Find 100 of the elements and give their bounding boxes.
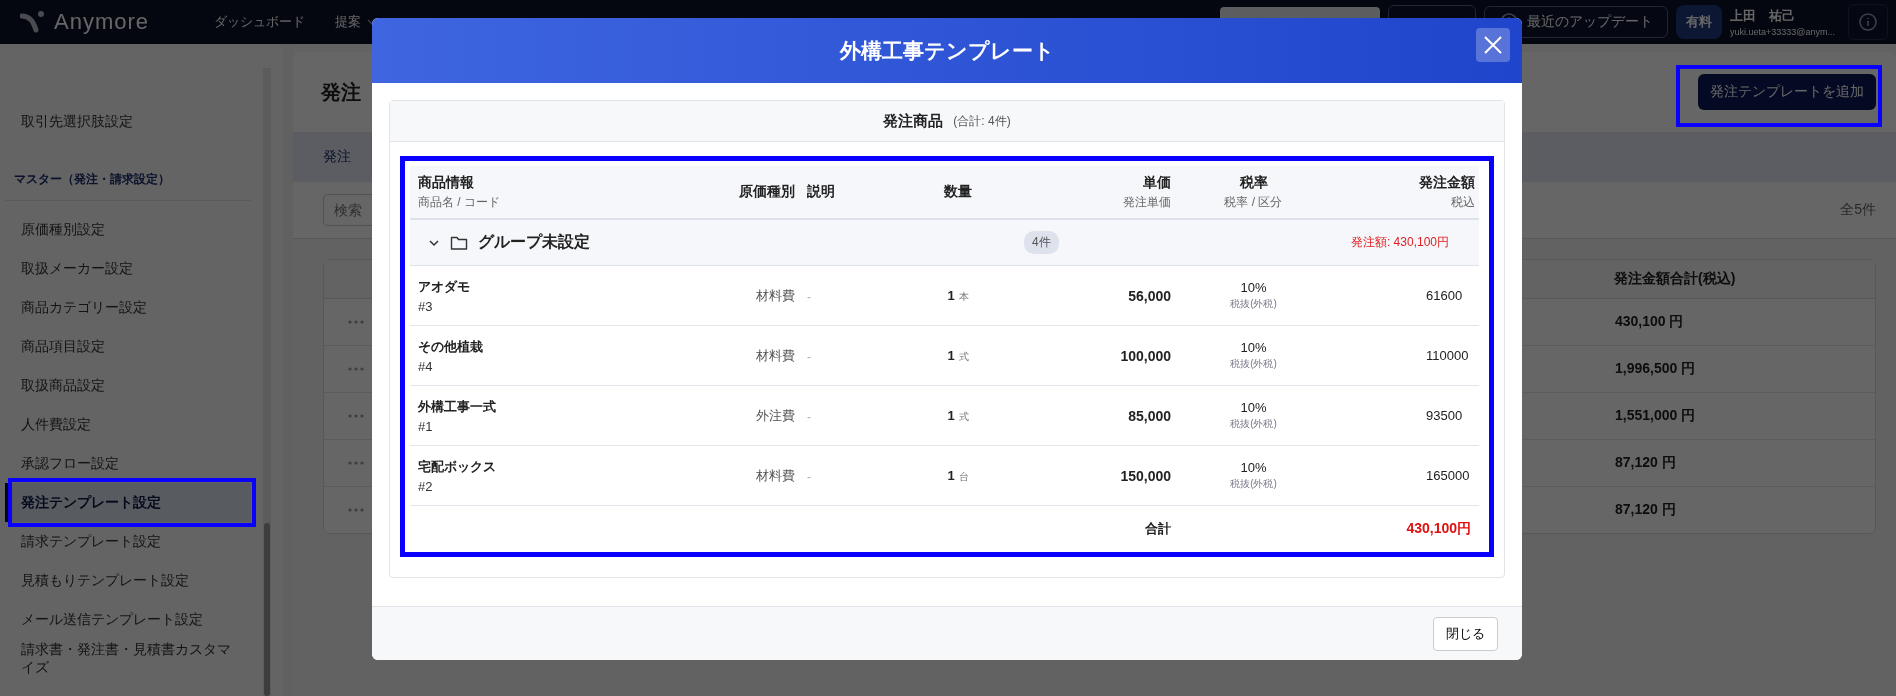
info-button[interactable]: [1848, 4, 1888, 40]
section-title: 発注商品: [883, 111, 944, 131]
tax-rate: 10%: [1240, 460, 1267, 475]
quantity: 1: [947, 347, 955, 363]
tax-kind: 税抜(外税): [1230, 417, 1277, 431]
table-cell: 61600: [1426, 288, 1463, 303]
product-name: アオダモ: [418, 277, 471, 296]
info-icon: [1858, 12, 1878, 32]
table-cell: -: [807, 349, 811, 364]
modal-title: 外構工事テンプレート: [839, 37, 1055, 64]
item-count: (合計: 4件): [953, 112, 1011, 130]
more-icon: [348, 414, 364, 418]
table-cell: 外注費: [756, 406, 795, 425]
product-code: #1: [418, 418, 434, 434]
unit-price: 150,000: [1120, 467, 1171, 484]
tax-rate: 10%: [1240, 340, 1267, 355]
more-icon: [348, 508, 364, 512]
tax-kind: 税抜(外税): [1230, 297, 1277, 311]
tax-rate: 10%: [1240, 280, 1267, 295]
logo-text: Anymore: [54, 9, 150, 35]
sidebar-item[interactable]: 取扱メーカー設定: [5, 249, 251, 288]
table-cell: 165000: [1426, 468, 1470, 483]
quantity: 1: [947, 407, 955, 423]
column-header: 数量: [944, 183, 972, 201]
count-badge: 4件: [1024, 231, 1059, 254]
add-template-button[interactable]: 発注テンプレートを追加: [1698, 74, 1876, 110]
column-subheader: 税込: [1451, 193, 1475, 211]
column-header: 原価種別: [739, 183, 795, 201]
table-cell: 87,120 円: [1615, 454, 1676, 472]
tax-kind: 税抜(外税): [1230, 477, 1277, 491]
group-name: グループ未設定: [478, 232, 590, 252]
close-button[interactable]: [1476, 28, 1510, 62]
page-title: 発注: [321, 79, 361, 105]
table-cell: 材料費: [756, 466, 795, 485]
more-icon: [348, 461, 364, 465]
column-header: 発注金額合計(税込): [1614, 270, 1736, 288]
scrollbar-thumb[interactable]: [264, 523, 270, 696]
total-amount: 430,100円: [1406, 520, 1471, 538]
product-code: #2: [418, 478, 434, 494]
table-cell: 材料費: [756, 286, 795, 305]
close-button[interactable]: 閉じる: [1433, 616, 1498, 651]
table-cell: -: [807, 409, 811, 424]
group-total: 発注額: 430,100円: [1350, 234, 1449, 251]
sidebar-item[interactable]: 人件費設定: [5, 405, 251, 444]
sidebar-item[interactable]: 請求テンプレート設定: [5, 522, 251, 561]
column-header: 商品情報: [418, 173, 474, 192]
unit-price: 85,000: [1128, 407, 1171, 424]
total-label: 合計: [1145, 520, 1171, 538]
unit: 式: [958, 409, 969, 424]
table-cell: 1,551,000 円: [1615, 407, 1696, 425]
nav-item[interactable]: ダッシュボード: [206, 5, 313, 39]
sidebar-item[interactable]: 発注テンプレート設定: [5, 483, 251, 522]
sidebar-item[interactable]: 承認フロー設定: [5, 444, 251, 483]
product-code: #4: [418, 358, 434, 374]
tab[interactable]: 発注: [323, 148, 351, 166]
result-count: 全5件: [1840, 201, 1876, 219]
unit: 式: [958, 349, 969, 364]
table-cell: 110000: [1426, 348, 1469, 363]
product-name: その他植栽: [418, 337, 484, 356]
product-name: 宅配ボックス: [418, 457, 497, 476]
sidebar-item[interactable]: 取引先選択肢設定: [5, 102, 251, 141]
column-header: 説明: [807, 183, 836, 201]
section-title: マスター（発注・請求設定）: [5, 163, 251, 201]
more-icon: [348, 367, 364, 371]
sidebar-item[interactable]: 原価種別設定: [5, 210, 251, 249]
column-header: 税率: [1239, 173, 1268, 192]
product-name: 外構工事一式: [418, 397, 497, 416]
unit-price: 100,000: [1120, 347, 1171, 364]
tax-rate: 10%: [1240, 400, 1267, 415]
close-icon: [1484, 36, 1502, 54]
table-cell: 93500: [1426, 408, 1463, 423]
product-code: #3: [418, 298, 434, 314]
quantity: 1: [947, 287, 955, 303]
table-cell: 87,120 円: [1615, 501, 1676, 519]
column-subheader: 発注単価: [1123, 193, 1171, 211]
column-header: 発注金額: [1419, 173, 1475, 192]
sidebar-item[interactable]: 見積もりテンプレート設定: [5, 561, 251, 600]
user-email: yuki.ueta+33333@anym...: [1730, 27, 1836, 37]
tax-kind: 税抜(外税): [1230, 357, 1277, 371]
sidebar-item[interactable]: 請求書・発注書・見積書カスタマイズ: [5, 639, 251, 678]
folder-icon: [450, 234, 468, 251]
table-cell: 材料費: [756, 346, 795, 365]
unit-price: 56,000: [1128, 287, 1171, 304]
sidebar-item[interactable]: 商品カテゴリー設定: [5, 288, 251, 327]
unit: 台: [958, 469, 969, 484]
sidebar-item[interactable]: 取扱商品設定: [5, 366, 251, 405]
user-name: 上田 祐己: [1730, 7, 1796, 25]
column-subheader: 商品名 / コード: [418, 193, 500, 211]
table-cell: -: [807, 469, 811, 484]
sidebar-item[interactable]: 商品項目設定: [5, 327, 251, 366]
plan-badge: 有料: [1676, 5, 1722, 39]
table-cell: 430,100 円: [1615, 313, 1684, 331]
table-cell: -: [807, 289, 811, 304]
column-subheader: 税率 / 区分: [1224, 193, 1283, 211]
unit: 本: [958, 289, 969, 304]
logo-icon: [20, 10, 46, 34]
table-cell: 1,996,500 円: [1615, 360, 1696, 378]
column-header: 単価: [1143, 173, 1171, 192]
quantity: 1: [947, 467, 955, 483]
sidebar-item[interactable]: メール送信テンプレート設定: [5, 600, 251, 639]
